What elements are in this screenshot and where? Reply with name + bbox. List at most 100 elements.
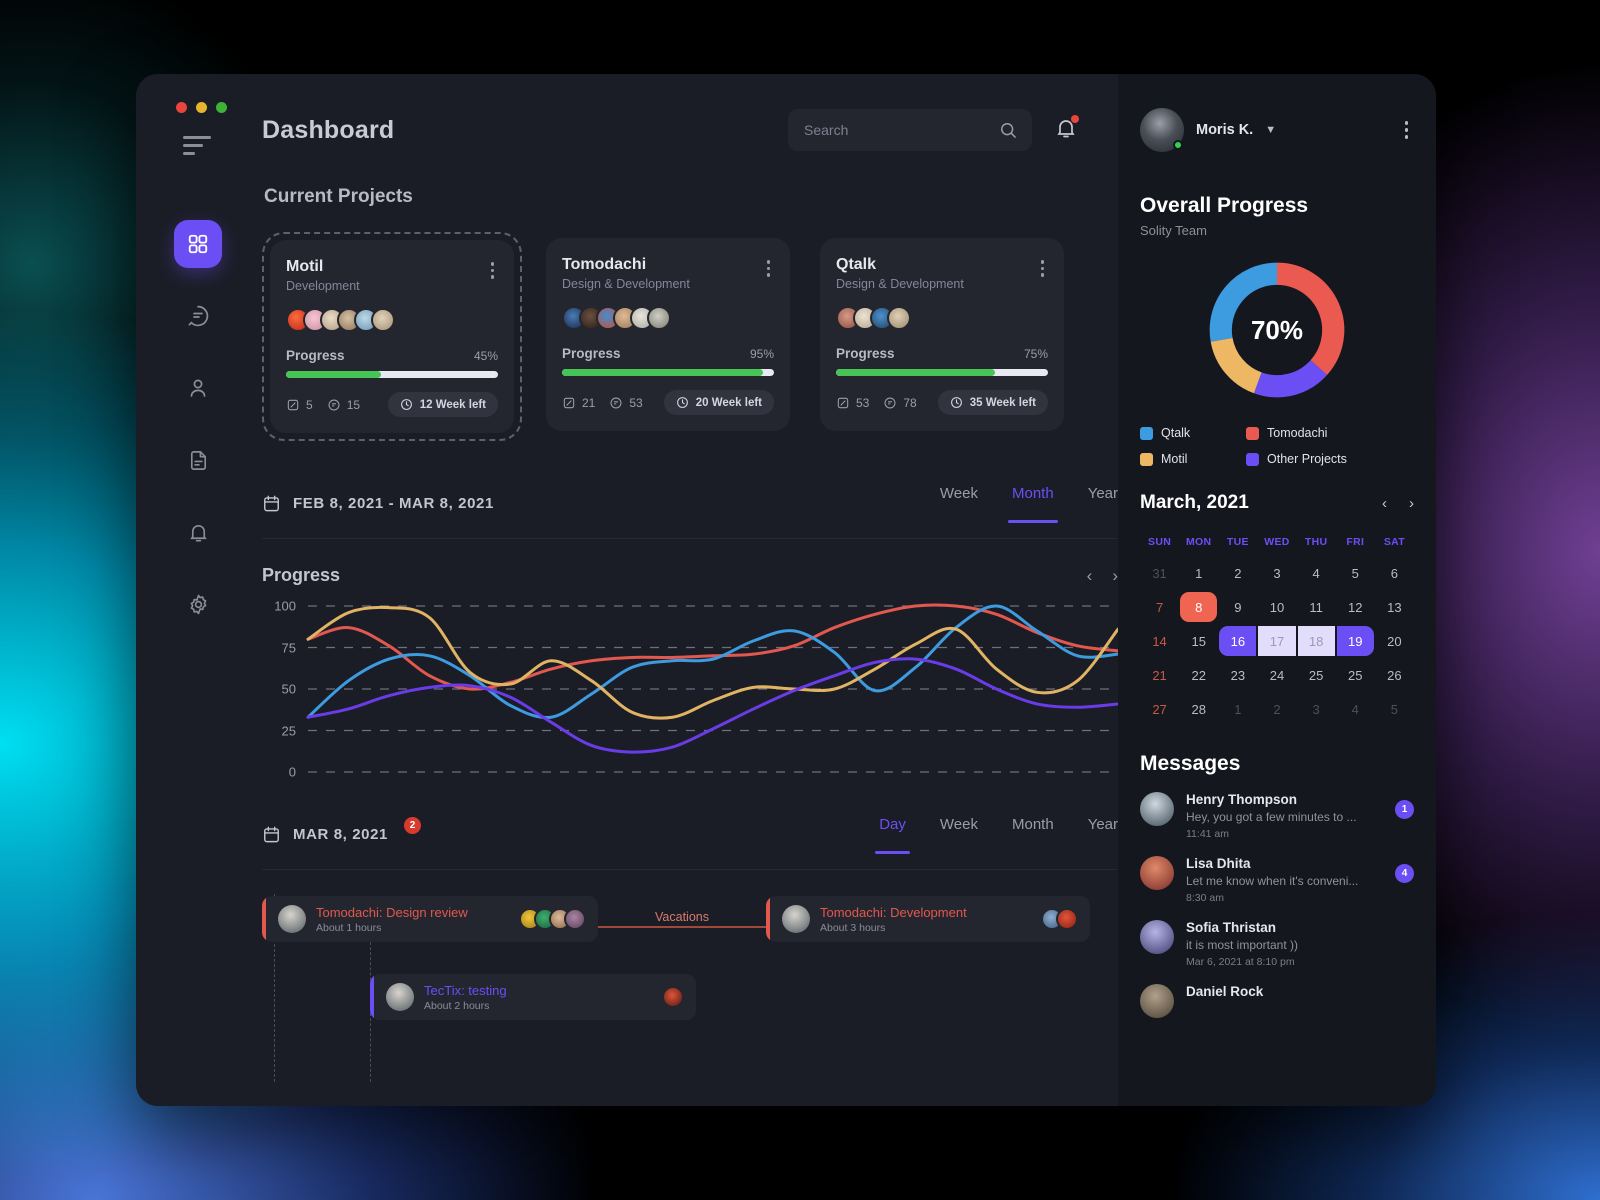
event-accent-bar [370,974,374,1020]
tab-day[interactable]: Day [875,816,910,854]
legend-label: Qtalk [1161,426,1191,440]
legend-label: Motil [1161,452,1188,466]
legend-swatch [1140,426,1153,440]
message-preview: Let me know when it's conveni... [1186,874,1359,888]
calendar-day[interactable]: 24 [1257,658,1296,692]
calendar-day[interactable]: 16 [1218,624,1257,658]
calendar-prev-button[interactable]: ‹ [1382,495,1387,512]
sidebar-item-messages[interactable] [174,292,222,340]
calendar-day[interactable]: 25 [1297,658,1336,692]
hamburger-icon[interactable] [183,136,213,162]
calendar-day[interactable]: 31 [1140,556,1179,590]
calendar-day[interactable]: 18 [1297,624,1336,658]
chart-plot-area: 100 75 50 25 0 [262,599,1118,780]
calendar-day[interactable]: 11 [1297,590,1336,624]
project-card-slot[interactable]: Qtalk Design & Development Progress 75% … [814,232,1070,437]
calendar-day[interactable]: 25 [1336,658,1375,692]
message-time: 11:41 am [1186,828,1229,840]
document-icon [190,450,206,470]
avatar[interactable] [1140,108,1184,152]
project-card-slot[interactable]: Motil Development Progress 45% 5 15 12 W… [262,232,522,441]
project-card[interactable]: Motil Development Progress 45% 5 15 12 W… [270,240,514,433]
search-box[interactable] [788,109,1032,151]
timeline-event[interactable]: Tomodachi: Development About 3 hours [766,896,1090,942]
avatar [647,306,671,330]
calendar-day[interactable]: 3 [1257,556,1296,590]
tab-month[interactable]: Month [1008,485,1058,523]
event-title: Tomodachi: Design review [316,904,468,920]
minimize-window-button[interactable] [196,102,207,113]
message-item[interactable]: Daniel Rock [1140,984,1414,1018]
calendar-day[interactable]: 4 [1297,556,1336,590]
kebab-menu-icon[interactable] [757,256,775,281]
calendar-day[interactable]: 23 [1218,658,1257,692]
calendar-day[interactable]: 4 [1336,692,1375,726]
tab-year[interactable]: Year [1088,816,1118,853]
kebab-menu-icon[interactable] [1399,115,1415,145]
tab-year[interactable]: Year [1088,485,1118,522]
calendar-day[interactable]: 7 [1140,590,1179,624]
calendar-day[interactable]: 12 [1336,590,1375,624]
calendar-day[interactable]: 28 [1179,692,1218,726]
timeline-row: TecTix: testing About 2 hours [262,974,1118,1020]
tab-week[interactable]: Week [940,816,978,853]
calendar-next-button[interactable]: › [1409,495,1414,512]
close-window-button[interactable] [176,102,187,113]
sidebar-item-documents[interactable] [174,436,222,484]
maximize-window-button[interactable] [216,102,227,113]
clock-icon [676,397,688,408]
message-sender: Lisa Dhita [1186,856,1251,871]
chart-prev-button[interactable]: ‹ [1087,567,1093,584]
project-card[interactable]: Tomodachi Design & Development Progress … [546,238,790,431]
calendar-day[interactable]: 2 [1218,556,1257,590]
message-item[interactable]: Lisa Dhita Let me know when it's conveni… [1140,856,1414,904]
calendar-day[interactable]: 15 [1179,624,1218,658]
tab-month[interactable]: Month [1012,816,1054,853]
calendar-day[interactable]: 9 [1218,590,1257,624]
search-icon[interactable] [998,120,1018,140]
calendar-day[interactable]: 21 [1140,658,1179,692]
sidebar-item-dashboard[interactable] [174,220,222,268]
event-duration: About 2 hours [424,999,490,1012]
legend-item-qtalk: Qtalk [1140,426,1236,440]
notification-button[interactable] [1054,115,1080,145]
message-item[interactable]: Henry Thompson Hey, you got a few minute… [1140,792,1414,840]
avatar [386,983,414,1011]
right-panel: Moris K. ▼ Overall Progress Solity Team … [1118,74,1436,1106]
calendar-day[interactable]: 17 [1257,624,1296,658]
calendar-day[interactable]: 5 [1336,556,1375,590]
calendar-day[interactable]: 14 [1140,624,1179,658]
calendar-day[interactable]: 8 [1179,590,1218,624]
top-bar: Dashboard [260,74,1118,186]
gear-icon [190,594,206,614]
calendar-day[interactable]: 13 [1375,590,1414,624]
calendar-day[interactable]: 1 [1179,556,1218,590]
calendar-day[interactable]: 3 [1297,692,1336,726]
sidebar-item-notifications[interactable] [174,508,222,556]
sidebar-item-profile[interactable] [174,364,222,412]
calendar-day[interactable]: 1 [1218,692,1257,726]
calendar-day[interactable]: 20 [1375,624,1414,658]
calendar-day[interactable]: 2 [1257,692,1296,726]
range-tabs: Week Month Year [940,485,1118,523]
search-input[interactable] [804,122,990,138]
calendar-day[interactable]: 26 [1375,658,1414,692]
progress-chart: Progress ‹ › 100 75 50 25 0 [262,565,1118,780]
calendar-day[interactable]: 6 [1375,556,1414,590]
calendar-day[interactable]: 19 [1336,624,1375,658]
calendar-day[interactable]: 5 [1375,692,1414,726]
project-card-slot[interactable]: Tomodachi Design & Development Progress … [540,232,796,437]
sidebar-item-settings[interactable] [174,580,222,628]
timeline-event[interactable]: Tomodachi: Design review About 1 hours [262,896,598,942]
calendar-day[interactable]: 27 [1140,692,1179,726]
timeline-event[interactable]: TecTix: testing About 2 hours [370,974,696,1020]
kebab-menu-icon[interactable] [1031,256,1049,281]
project-card[interactable]: Qtalk Design & Development Progress 75% … [820,238,1064,431]
kebab-menu-icon[interactable] [481,258,499,283]
chart-y-axis: 100 75 50 25 0 [262,599,296,780]
tab-week[interactable]: Week [940,485,978,522]
calendar-day[interactable]: 10 [1257,590,1296,624]
message-item[interactable]: Sofia Thristan it is most important )) M… [1140,920,1414,968]
calendar-day[interactable]: 22 [1179,658,1218,692]
chevron-down-icon[interactable]: ▼ [1265,124,1276,136]
